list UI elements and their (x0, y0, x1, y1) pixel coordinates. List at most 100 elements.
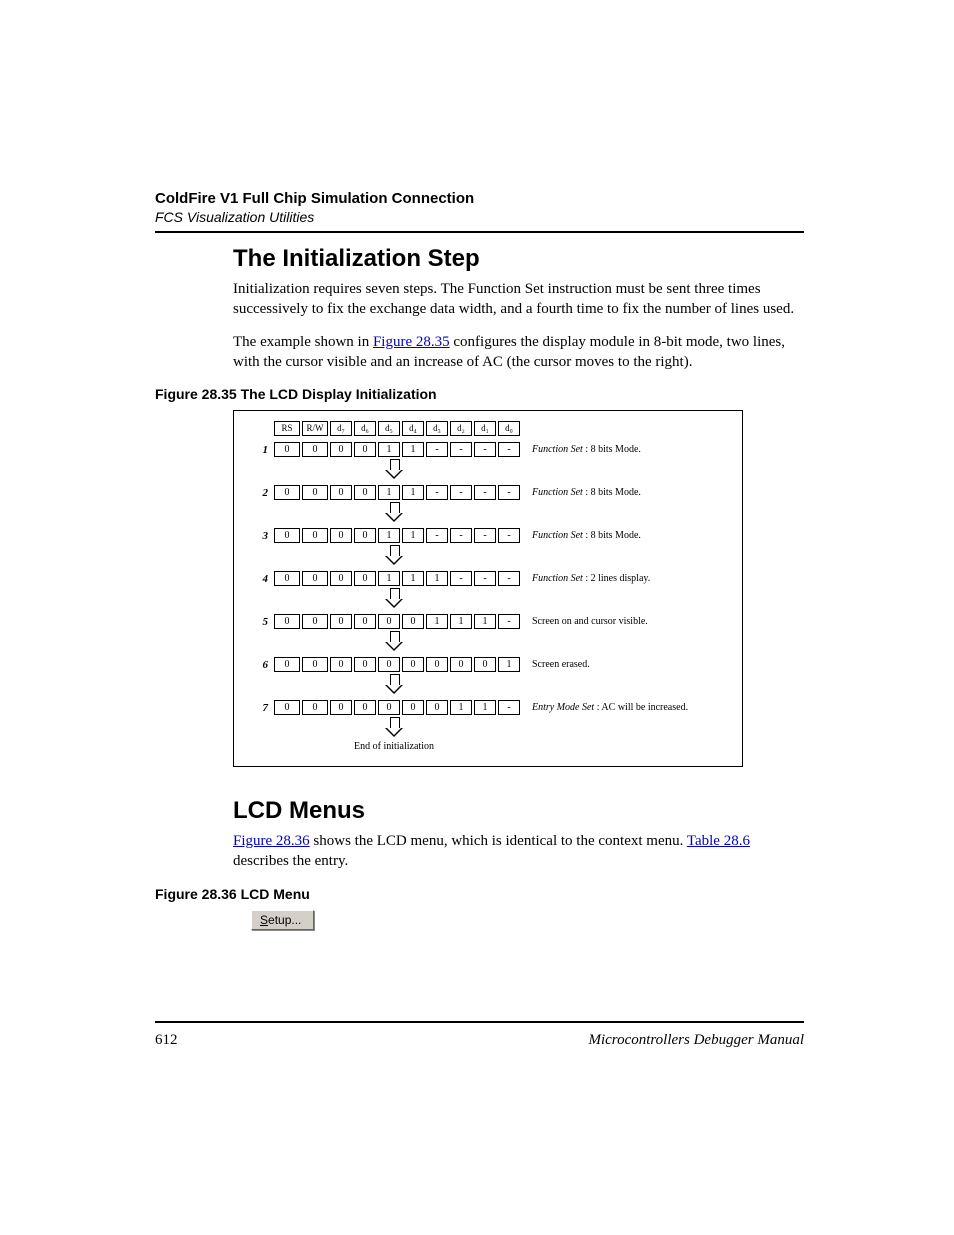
bit-cell: 1 (378, 442, 400, 457)
step-number: 5 (248, 616, 274, 628)
bit-cell: 0 (426, 700, 448, 715)
figure-header-row: RSR/Wd₇d₆d₅d₄d₃d₂d₁d₀ (248, 421, 728, 436)
step-description: Screen on and cursor visible. (532, 616, 728, 627)
bit-cell: 0 (402, 657, 424, 672)
figure-lcd-init-box: RSR/Wd₇d₆d₅d₄d₃d₂d₁d₀ 1000011----Functio… (233, 410, 743, 767)
bit-cell: 0 (274, 528, 300, 543)
manual-title: Microcontrollers Debugger Manual (588, 1032, 804, 1049)
bit-cell: - (426, 442, 448, 457)
bit-cell: 0 (402, 700, 424, 715)
bit-cell: 0 (354, 614, 376, 629)
bit-cell: - (474, 442, 496, 457)
down-arrow-icon (385, 717, 403, 737)
bit-cell: - (450, 442, 472, 457)
section-heading-lcd-menus: LCD Menus (233, 797, 804, 825)
menu-label-rest: etup... (268, 913, 301, 927)
table-xref-link[interactable]: Table 28.6 (687, 833, 750, 849)
header-rule (155, 231, 804, 233)
step-description: Function Set : 2 lines display. (532, 573, 728, 584)
down-arrow-icon (385, 588, 403, 608)
step-description: Entry Mode Set : AC will be increased. (532, 702, 728, 713)
bit-cell: 0 (302, 485, 328, 500)
init-step-row: 60000000001Screen erased. (248, 657, 728, 672)
bit-cell: 1 (402, 571, 424, 586)
bit-cell: - (426, 485, 448, 500)
bit-cell: 0 (354, 571, 376, 586)
figure-xref-link[interactable]: Figure 28.35 (373, 334, 450, 350)
bit-cell: 1 (426, 614, 448, 629)
bit-cell: 1 (378, 571, 400, 586)
text-run: The example shown in (233, 334, 373, 350)
bit-cell: - (474, 528, 496, 543)
bit-cell: 0 (302, 571, 328, 586)
page-number: 612 (155, 1032, 178, 1049)
bit-cell: 0 (474, 657, 496, 672)
step-description: Screen erased. (532, 659, 728, 670)
down-arrow-icon (385, 631, 403, 651)
menu-mnemonic: S (260, 913, 268, 927)
column-header: d₀ (498, 421, 520, 436)
bit-cell: 0 (330, 700, 352, 715)
bit-cell: 1 (402, 442, 424, 457)
bit-cell: 0 (274, 485, 300, 500)
bit-cell: 0 (402, 614, 424, 629)
bit-cell: 1 (450, 614, 472, 629)
bit-cell: 0 (302, 528, 328, 543)
bit-cell: 1 (474, 700, 496, 715)
bit-cell: 0 (450, 657, 472, 672)
bit-cell: 0 (378, 614, 400, 629)
menu-item-setup[interactable]: Setup... (251, 910, 314, 930)
section-heading-init: The Initialization Step (233, 245, 804, 273)
figure-caption: Figure 28.36 LCD Menu (155, 886, 804, 902)
bit-cell: 1 (378, 528, 400, 543)
text-run: shows the LCD menu, which is identical t… (310, 833, 687, 849)
bit-cell: 0 (378, 700, 400, 715)
bit-cell: 0 (274, 571, 300, 586)
bit-cell: 0 (302, 614, 328, 629)
column-header: d₅ (378, 421, 400, 436)
bit-cell: 0 (330, 571, 352, 586)
bit-cell: - (498, 528, 520, 543)
figure-xref-link[interactable]: Figure 28.36 (233, 833, 310, 849)
bit-cell: 0 (330, 657, 352, 672)
step-number: 7 (248, 702, 274, 714)
text-run: describes the entry. (233, 853, 348, 869)
bit-cell: - (474, 485, 496, 500)
step-number: 1 (248, 444, 274, 456)
running-header-title: ColdFire V1 Full Chip Simulation Connect… (155, 190, 804, 207)
bit-cell: 0 (302, 657, 328, 672)
column-header: d₁ (474, 421, 496, 436)
column-header: d₇ (330, 421, 352, 436)
bit-cell: 0 (354, 485, 376, 500)
init-step-row: 2000011----Function Set : 8 bits Mode. (248, 485, 728, 500)
bit-cell: - (450, 528, 472, 543)
bit-cell: - (498, 442, 520, 457)
bit-cell: 0 (330, 614, 352, 629)
bit-cell: - (426, 528, 448, 543)
column-header: RS (274, 421, 300, 436)
column-header: R/W (302, 421, 328, 436)
bit-cell: - (474, 571, 496, 586)
column-header: d₃ (426, 421, 448, 436)
bit-cell: 0 (378, 657, 400, 672)
step-number: 4 (248, 573, 274, 585)
bit-cell: - (498, 485, 520, 500)
step-number: 3 (248, 530, 274, 542)
bit-cell: 1 (402, 528, 424, 543)
bit-cell: 1 (402, 485, 424, 500)
step-description: Function Set : 8 bits Mode. (532, 487, 728, 498)
bit-cell: 0 (354, 657, 376, 672)
init-step-row: 1000011----Function Set : 8 bits Mode. (248, 442, 728, 457)
step-number: 6 (248, 659, 274, 671)
figure-caption: Figure 28.35 The LCD Display Initializat… (155, 386, 804, 402)
bit-cell: - (498, 571, 520, 586)
bit-cell: 0 (354, 528, 376, 543)
column-header: d₄ (402, 421, 424, 436)
bit-cell: 1 (474, 614, 496, 629)
bit-cell: 0 (302, 442, 328, 457)
column-header: d₂ (450, 421, 472, 436)
bit-cell: - (450, 485, 472, 500)
column-header: d₆ (354, 421, 376, 436)
bit-cell: 1 (450, 700, 472, 715)
bit-cell: 1 (426, 571, 448, 586)
